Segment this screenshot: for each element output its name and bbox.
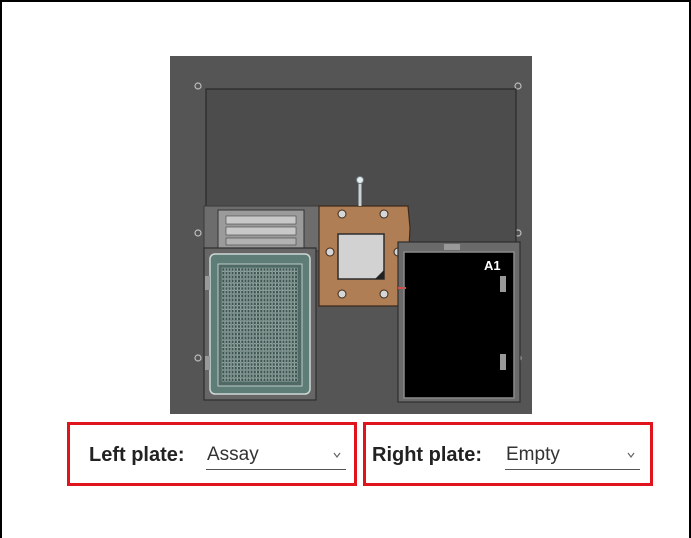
deck-diagram: A1 xyxy=(170,56,532,414)
right-plate-label: Right plate: xyxy=(372,444,482,466)
right-plate-select[interactable]: Empty xyxy=(505,440,640,470)
chevron-down-icon xyxy=(333,452,341,458)
left-plate-control: Left plate: Assay xyxy=(67,422,357,486)
right-plate-value: Empty xyxy=(506,444,560,465)
chevron-down-icon xyxy=(627,452,635,458)
right-plate-control: Right plate: Empty xyxy=(363,422,653,486)
left-plate-select[interactable]: Assay xyxy=(206,440,346,470)
left-plate-label: Left plate: xyxy=(89,444,185,466)
instrument-deck-image: A1 xyxy=(170,56,532,414)
well-label-a1: A1 xyxy=(484,258,501,273)
left-plate-value: Assay xyxy=(207,444,259,465)
window-frame: A1 Left plate: Assay Right plate: Empty xyxy=(0,0,691,538)
